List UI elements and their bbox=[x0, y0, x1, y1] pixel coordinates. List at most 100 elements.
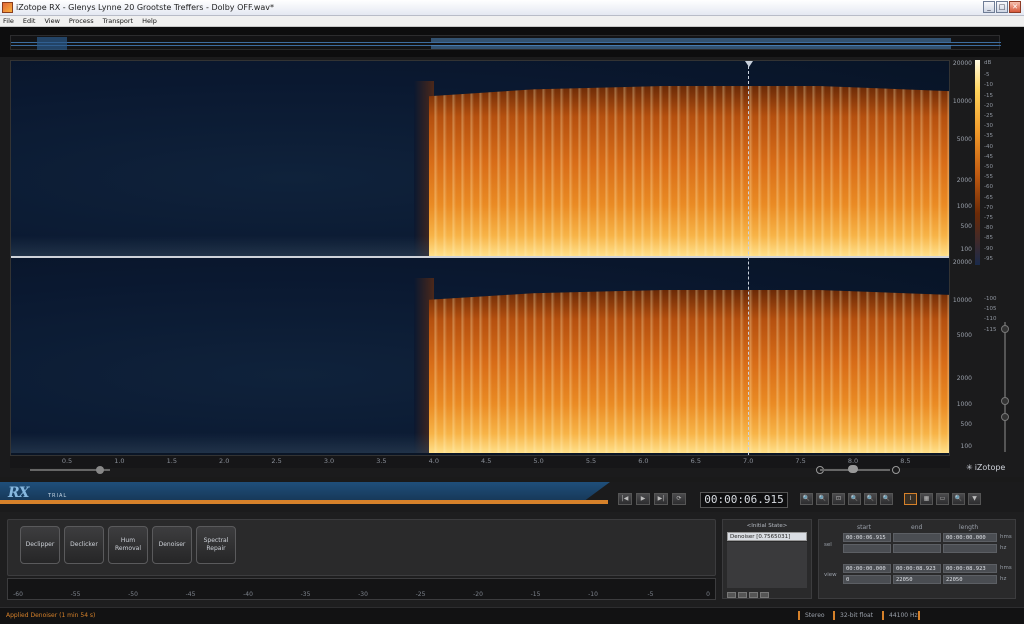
view-length-field[interactable]: 00:00:08.923 bbox=[943, 564, 997, 573]
freq-label: 100 bbox=[960, 246, 972, 253]
rect-selection-tool-icon[interactable]: ▦ bbox=[920, 493, 933, 505]
freq-label: 5000 bbox=[956, 332, 972, 339]
length-header: length bbox=[959, 524, 979, 531]
sel-start-hz-field[interactable] bbox=[843, 544, 891, 553]
rx-logo: RX bbox=[8, 485, 29, 501]
history-undo-button[interactable] bbox=[727, 592, 736, 598]
freq-label: 10000 bbox=[952, 98, 972, 105]
dropdown-tool-icon[interactable]: ▼ bbox=[968, 493, 981, 505]
view-start-hz-field[interactable]: 0 bbox=[843, 575, 891, 584]
settings-icon[interactable] bbox=[1001, 413, 1009, 421]
maximize-button[interactable]: □ bbox=[996, 1, 1008, 13]
menu-edit[interactable]: Edit bbox=[23, 17, 36, 25]
spectrogram-area: 20000 10000 5000 2000 1000 500 100 20000… bbox=[0, 57, 1024, 477]
db-label: -10 bbox=[984, 82, 993, 89]
history-compare-button[interactable] bbox=[749, 592, 758, 598]
db-label: -30 bbox=[984, 123, 993, 130]
menu-process[interactable]: Process bbox=[69, 17, 94, 25]
play-button[interactable]: ▶ bbox=[636, 493, 650, 505]
sel-end-hz-field[interactable] bbox=[893, 544, 941, 553]
history-list bbox=[727, 542, 807, 588]
izotope-wordmark: iZotope bbox=[974, 462, 1006, 472]
window-title: iZotope RX - Glenys Lynne 20 Grootste Tr… bbox=[16, 3, 275, 12]
playhead-cursor[interactable] bbox=[748, 61, 749, 455]
zoom-out-tool-icon[interactable]: 🔍 bbox=[816, 493, 829, 505]
db-label: -50 bbox=[984, 164, 993, 170]
zoom-slider-thumb[interactable] bbox=[848, 465, 858, 473]
sel-end-field[interactable] bbox=[893, 533, 941, 542]
zoom-in-icon[interactable] bbox=[1001, 325, 1009, 333]
unit-hms: hms bbox=[1000, 565, 1012, 571]
declicker-button[interactable]: Declicker bbox=[64, 526, 104, 564]
loop-button[interactable]: ⟳ bbox=[672, 493, 686, 505]
left-channel-spectrogram[interactable] bbox=[11, 61, 949, 256]
freq-label: 500 bbox=[960, 223, 972, 230]
zoom-freq-tool-icon[interactable]: 🔍 bbox=[880, 493, 893, 505]
overview-track[interactable] bbox=[10, 35, 1001, 50]
sel-length-hz-field[interactable] bbox=[943, 544, 997, 553]
magnifier-tool-icon[interactable]: 🔍 bbox=[952, 493, 965, 505]
history-redo-button[interactable] bbox=[738, 592, 747, 598]
history-item[interactable]: Denoiser [0.7565031] bbox=[727, 532, 807, 541]
dynamic-range-slider[interactable] bbox=[1004, 322, 1006, 452]
unit-hz: hz bbox=[1000, 576, 1007, 582]
view-label: view bbox=[824, 572, 837, 578]
go-to-end-button[interactable]: ▶| bbox=[654, 493, 668, 505]
freq-label: 1000 bbox=[956, 401, 972, 408]
start-header: start bbox=[857, 524, 871, 531]
freq-label: 100 bbox=[960, 443, 972, 450]
hum-removal-button[interactable]: Hum Removal bbox=[108, 526, 148, 564]
db-label: -55 bbox=[984, 174, 993, 181]
spectral-repair-button[interactable]: Spectral Repair bbox=[196, 526, 236, 564]
meter-scale-label: -20 bbox=[473, 591, 483, 598]
zoom-out-icon[interactable] bbox=[1001, 397, 1009, 405]
playhead-marker-icon[interactable] bbox=[745, 61, 753, 67]
close-button[interactable]: ✕ bbox=[1009, 1, 1021, 13]
status-separator bbox=[798, 611, 800, 620]
meter-scale-label: -55 bbox=[70, 591, 81, 598]
zoom-time-tool-icon[interactable]: 🔍 bbox=[864, 493, 877, 505]
view-end-hz-field[interactable]: 22050 bbox=[893, 575, 941, 584]
waveform-overview[interactable] bbox=[0, 27, 1024, 57]
zoom-fit-tool-icon[interactable]: ⊡ bbox=[832, 493, 845, 505]
db-label: -75 bbox=[984, 215, 993, 221]
music-energy-right bbox=[429, 290, 949, 453]
declipper-button[interactable]: Declipper bbox=[20, 526, 60, 564]
time-selection-tool-icon[interactable]: I bbox=[904, 493, 917, 505]
status-bar: Applied Denoiser (1 min 54 s) Stereo 32-… bbox=[0, 607, 1024, 624]
time-display: 00:00:06.915 bbox=[700, 492, 788, 508]
go-to-start-button[interactable]: |◀ bbox=[618, 493, 632, 505]
meter-scale-label: -30 bbox=[358, 591, 368, 598]
db-label: -25 bbox=[984, 113, 993, 119]
zoom-in-tool-icon[interactable]: 🔍 bbox=[800, 493, 813, 505]
zoom-selection-tool-icon[interactable]: 🔍 bbox=[848, 493, 861, 505]
minimize-button[interactable]: _ bbox=[983, 1, 995, 13]
history-initial-state[interactable]: <Initial State> bbox=[723, 523, 811, 529]
right-channel-spectrogram[interactable] bbox=[11, 258, 949, 453]
spectrogram-view[interactable] bbox=[10, 60, 950, 456]
zoom-in-icon[interactable] bbox=[892, 466, 900, 474]
status-separator bbox=[882, 611, 884, 620]
sel-length-field[interactable]: 00:00:00.000 bbox=[943, 533, 997, 542]
meter-scale-label: -35 bbox=[300, 591, 311, 598]
low-band-noise bbox=[11, 236, 429, 256]
history-clear-button[interactable] bbox=[760, 592, 769, 598]
menu-help[interactable]: Help bbox=[142, 17, 157, 25]
sel-start-field[interactable]: 00:00:06.915 bbox=[843, 533, 891, 542]
view-start-field[interactable]: 00:00:00.000 bbox=[843, 564, 891, 573]
freq-selection-tool-icon[interactable]: ▭ bbox=[936, 493, 949, 505]
menu-file[interactable]: File bbox=[3, 17, 14, 25]
menu-view[interactable]: View bbox=[44, 17, 59, 25]
db-label: -20 bbox=[984, 102, 993, 109]
view-controls bbox=[10, 464, 950, 476]
status-channels: Stereo bbox=[805, 612, 825, 619]
db-label: -110 bbox=[984, 316, 997, 323]
rx-app-window: iZotope RX - Glenys Lynne 20 Grootste Tr… bbox=[0, 0, 1024, 624]
view-length-hz-field[interactable]: 22050 bbox=[943, 575, 997, 584]
view-end-field[interactable]: 00:00:08.923 bbox=[893, 564, 941, 573]
denoiser-button[interactable]: Denoiser bbox=[152, 526, 192, 564]
menu-transport[interactable]: Transport bbox=[103, 17, 134, 25]
horizontal-scroll-thumb[interactable] bbox=[96, 466, 104, 474]
db-label: -105 bbox=[984, 306, 997, 313]
db-label: -95 bbox=[984, 255, 993, 262]
